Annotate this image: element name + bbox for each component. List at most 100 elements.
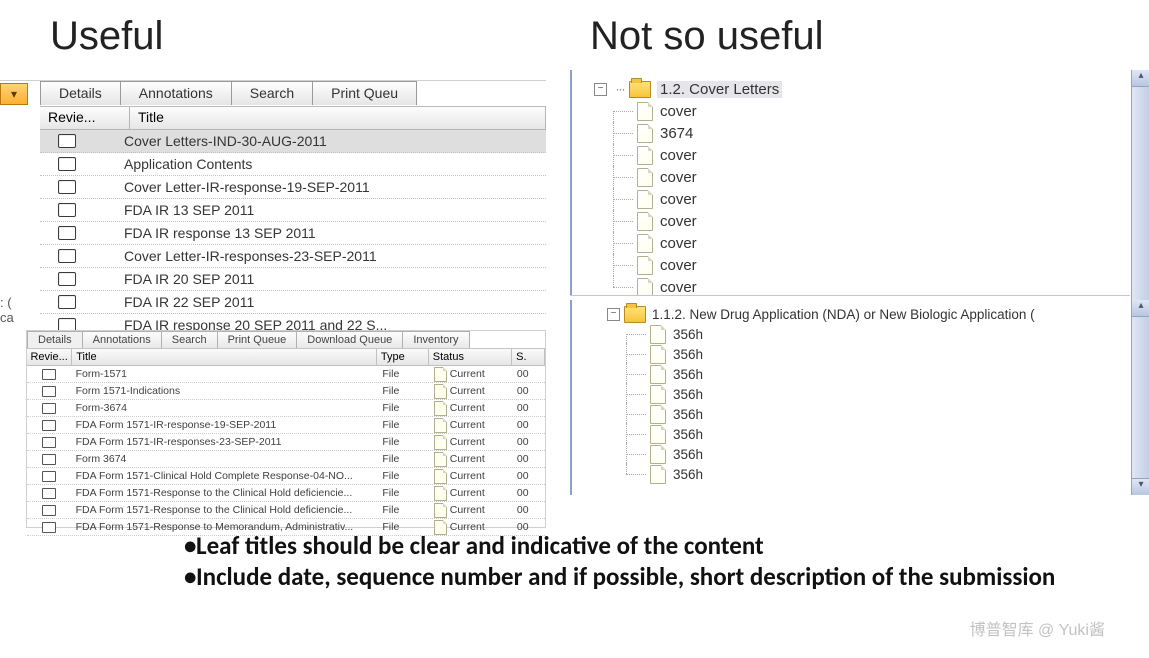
tab-annotations[interactable]: Annotations — [120, 81, 232, 105]
checkbox[interactable] — [58, 203, 76, 217]
tab-print-queue[interactable]: Print Queue — [217, 331, 298, 348]
page-icon — [650, 345, 666, 364]
checkbox[interactable] — [42, 386, 56, 397]
folder-icon — [624, 306, 646, 323]
checkbox[interactable] — [42, 420, 56, 431]
checkbox[interactable] — [58, 295, 76, 309]
table-row[interactable]: FDA IR response 13 SEP 2011 — [40, 222, 546, 245]
tree-leaf[interactable]: 3674 — [594, 122, 1149, 144]
checkbox[interactable] — [42, 505, 56, 516]
folder-icon — [629, 81, 651, 98]
table-row[interactable]: FDA Form 1571-IR-response-19-SEP-2011Fil… — [27, 417, 545, 434]
page-icon — [637, 146, 653, 165]
col-s[interactable]: S. — [512, 349, 545, 366]
tree-leaf[interactable]: cover — [594, 166, 1149, 188]
page-icon — [434, 418, 447, 433]
checkbox[interactable] — [42, 437, 56, 448]
tree-leaf[interactable]: 356h — [594, 324, 1149, 344]
tab-search[interactable]: Search — [161, 331, 218, 348]
row-status: Current — [450, 453, 485, 465]
checkbox[interactable] — [42, 403, 56, 414]
row-type: File — [378, 368, 429, 380]
tree-connector — [620, 443, 650, 465]
table-row[interactable]: FDA IR 13 SEP 2011 — [40, 199, 546, 222]
tree-leaf[interactable]: 356h — [594, 424, 1149, 444]
table-row[interactable]: Application Contents — [40, 153, 546, 176]
tree-leaf[interactable]: cover — [594, 210, 1149, 232]
checkbox[interactable] — [58, 134, 76, 148]
checkbox[interactable] — [58, 180, 76, 194]
col-reviewed[interactable]: Revie... — [27, 349, 72, 366]
checkbox[interactable] — [58, 249, 76, 263]
tree-leaf[interactable]: 356h — [594, 404, 1149, 424]
table-row[interactable]: Form-3674FileCurrent00 — [27, 400, 545, 417]
panel-a-header: Revie... Title — [40, 106, 546, 130]
tree-leaf[interactable]: cover — [594, 100, 1149, 122]
row-title: Cover Letter-IR-responses-23-SEP-2011 — [84, 248, 546, 264]
tree-leaf[interactable]: 356h — [594, 384, 1149, 404]
tree-leaf-label: cover — [660, 147, 697, 164]
tab-details[interactable]: Details — [27, 331, 83, 348]
panel-b-header: Revie... Title Type Status S. — [27, 348, 545, 366]
tree-leaf[interactable]: 356h — [594, 364, 1149, 384]
scroll-up-icon[interactable]: ▴ — [1132, 300, 1149, 317]
heading-not-useful: Not so useful — [590, 14, 823, 59]
col-title[interactable]: Title — [72, 349, 377, 366]
col-status[interactable]: Status — [429, 349, 512, 366]
scroll-up-icon[interactable]: ▴ — [1132, 70, 1149, 87]
collapse-icon[interactable]: − — [594, 83, 607, 96]
tree-folder-cover-letters[interactable]: − ··· 1.2. Cover Letters — [594, 78, 1149, 100]
tree-leaf[interactable]: cover — [594, 254, 1149, 276]
checkbox[interactable] — [42, 488, 56, 499]
tree-leaf[interactable]: cover — [594, 232, 1149, 254]
table-row[interactable]: Cover Letters-IND-30-AUG-2011 — [40, 130, 546, 153]
tree-leaf[interactable]: cover — [594, 188, 1149, 210]
collapse-icon[interactable]: − — [607, 308, 620, 321]
table-row[interactable]: FDA Form 1571-IR-responses-23-SEP-2011Fi… — [27, 434, 545, 451]
tree-leaf-label: 356h — [673, 387, 703, 402]
table-row[interactable]: FDA Form 1571-Response to the Clinical H… — [27, 485, 545, 502]
checkbox[interactable] — [42, 369, 56, 380]
table-row[interactable]: FDA Form 1571-Response to the Clinical H… — [27, 502, 545, 519]
page-icon — [434, 384, 447, 399]
tree-leaf[interactable]: 356h — [594, 464, 1149, 484]
checkbox[interactable] — [42, 522, 56, 533]
table-row[interactable]: Cover Letter-IR-responses-23-SEP-2011 — [40, 245, 546, 268]
table-row[interactable]: FDA IR 22 SEP 2011 — [40, 291, 546, 314]
checkbox[interactable] — [42, 454, 56, 465]
row-type: File — [378, 504, 429, 516]
edge-dropdown-icon[interactable]: ▾ — [0, 83, 28, 105]
tab-search[interactable]: Search — [231, 81, 313, 105]
table-row[interactable]: Form-1571FileCurrent00 — [27, 366, 545, 383]
table-row[interactable]: Form 1571-IndicationsFileCurrent00 — [27, 383, 545, 400]
tree-top: − ··· 1.2. Cover Letters cover3674coverc… — [572, 70, 1149, 298]
table-row[interactable]: Cover Letter-IR-response-19-SEP-2011 — [40, 176, 546, 199]
col-reviewed[interactable]: Revie... — [40, 107, 130, 130]
col-title[interactable]: Title — [130, 107, 546, 130]
checkbox[interactable] — [58, 157, 76, 171]
checkbox[interactable] — [58, 226, 76, 240]
row-seq: 00 — [513, 402, 545, 414]
scroll-down-icon[interactable]: ▾ — [1132, 478, 1149, 495]
tab-annotations[interactable]: Annotations — [82, 331, 162, 348]
checkbox[interactable] — [42, 471, 56, 482]
tab-inventory[interactable]: Inventory — [402, 331, 469, 348]
col-type[interactable]: Type — [377, 349, 429, 366]
tab-details[interactable]: Details — [40, 81, 121, 105]
table-row[interactable]: FDA IR 20 SEP 2011 — [40, 268, 546, 291]
tab-download-queue[interactable]: Download Queue — [296, 331, 403, 348]
panel-a-tabs: DetailsAnnotationsSearchPrint Queu — [40, 81, 416, 105]
tree-leaf[interactable]: 356h — [594, 344, 1149, 364]
scrollbar[interactable]: ▴ ▾ — [1131, 300, 1149, 495]
table-row[interactable]: Form 3674FileCurrent00 — [27, 451, 545, 468]
checkbox[interactable] — [58, 272, 76, 286]
page-icon — [434, 435, 447, 450]
table-row[interactable]: FDA Form 1571-Clinical Hold Complete Res… — [27, 468, 545, 485]
side-text: : (ca — [0, 295, 14, 325]
tab-print-queu[interactable]: Print Queu — [312, 81, 417, 105]
tree-leaf[interactable]: cover — [594, 144, 1149, 166]
row-type: File — [378, 453, 429, 465]
page-icon — [650, 465, 666, 484]
tree-folder-nda[interactable]: − 1.1.2. New Drug Application (NDA) or N… — [594, 304, 1149, 324]
tree-leaf[interactable]: 356h — [594, 444, 1149, 464]
